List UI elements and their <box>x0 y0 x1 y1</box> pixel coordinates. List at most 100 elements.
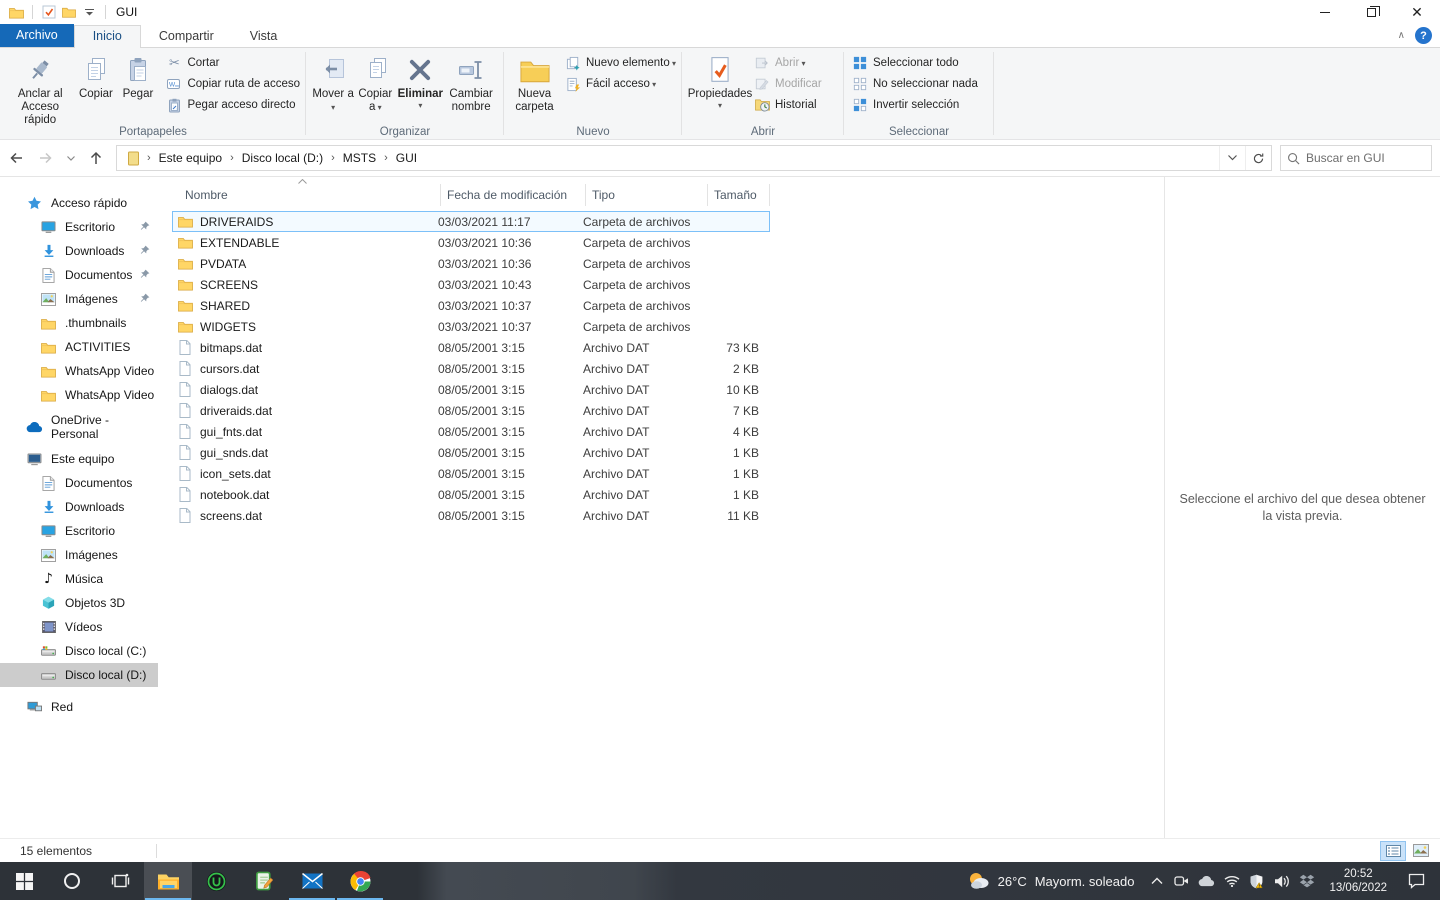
collapse-ribbon-icon[interactable]: ∧ <box>1398 30 1405 41</box>
sidebar-item-im-genes[interactable]: Imágenes <box>0 287 158 311</box>
table-row-cursors-dat[interactable]: cursors.dat08/05/2001 3:15Archivo DAT2 K… <box>172 358 770 379</box>
column-header-name[interactable]: Nombre <box>172 184 441 206</box>
tray-meet-now-button[interactable] <box>1169 862 1194 900</box>
select-all-button[interactable]: Seleccionar todo <box>852 54 978 72</box>
move-to-button[interactable]: Mover a <box>312 50 354 114</box>
select-none-button[interactable]: No seleccionar nada <box>852 75 978 93</box>
table-row-screens-dat[interactable]: screens.dat08/05/2001 3:15Archivo DAT11 … <box>172 505 770 526</box>
table-row-icon-sets-dat[interactable]: icon_sets.dat08/05/2001 3:15Archivo DAT1… <box>172 463 770 484</box>
large-icons-view-button[interactable] <box>1408 841 1434 861</box>
sidebar-item-escritorio[interactable]: Escritorio <box>0 215 158 239</box>
search-box[interactable] <box>1280 145 1432 171</box>
forward-button[interactable] <box>32 144 60 172</box>
table-row-driveraids[interactable]: DRIVERAIDS03/03/2021 11:17Carpeta de arc… <box>172 211 770 232</box>
back-button[interactable] <box>2 144 30 172</box>
close-button[interactable]: ✕ <box>1394 0 1440 24</box>
tray-dropbox-button[interactable] <box>1294 862 1319 900</box>
table-row-bitmaps-dat[interactable]: bitmaps.dat08/05/2001 3:15Archivo DAT73 … <box>172 337 770 358</box>
invert-selection-button[interactable]: Invertir selección <box>852 96 978 114</box>
clock[interactable]: 20:52 13/06/2022 <box>1319 867 1397 895</box>
table-row-notebook-dat[interactable]: notebook.dat08/05/2001 3:15Archivo DAT1 … <box>172 484 770 505</box>
sidebar-item-whatsapp-video[interactable]: WhatsApp Video <box>0 359 158 383</box>
tray-volume-button[interactable] <box>1269 862 1294 900</box>
cut-button[interactable]: ✂ Cortar <box>166 54 300 72</box>
tray-defender-button[interactable] <box>1244 862 1269 900</box>
sidebar-item-thumbnails[interactable]: .thumbnails <box>0 311 158 335</box>
recent-locations-dropdown[interactable] <box>62 144 80 172</box>
easy-access-button[interactable]: Fácil acceso <box>565 75 676 93</box>
tray-chevron-up-button[interactable] <box>1144 862 1169 900</box>
sidebar-item-documentos[interactable]: Documentos <box>0 263 158 287</box>
copy-path-button[interactable]: W Copiar ruta de acceso <box>166 75 300 93</box>
sidebar-item-acceso-r-pido[interactable]: Acceso rápido <box>0 191 158 215</box>
qat-properties-button[interactable] <box>39 2 59 22</box>
taskbar-button-mail[interactable] <box>288 862 336 900</box>
sidebar-item-escritorio[interactable]: Escritorio <box>0 519 158 543</box>
breadcrumb-segment-msts[interactable]: MSTS <box>339 149 380 167</box>
column-header-date[interactable]: Fecha de modificación <box>441 184 586 206</box>
tab-inicio[interactable]: Inicio <box>74 25 141 48</box>
column-header-type[interactable]: Tipo <box>586 184 708 206</box>
tab-vista[interactable]: Vista <box>232 26 296 47</box>
taskbar-button-explorer[interactable] <box>144 862 192 900</box>
tray-onedrive-gray-button[interactable] <box>1194 862 1219 900</box>
sidebar-item-onedrive-personal[interactable]: OneDrive - Personal <box>0 415 158 439</box>
tray-wifi-button[interactable] <box>1219 862 1244 900</box>
taskbar-button-notes[interactable] <box>240 862 288 900</box>
address-box[interactable]: ›Este equipo›Disco local (D:)›MSTS›GUI <box>116 145 1272 171</box>
copy-button[interactable]: Copiar <box>74 50 117 101</box>
sidebar-item-objetos-3d[interactable]: Objetos 3D <box>0 591 158 615</box>
table-row-pvdata[interactable]: PVDATA03/03/2021 10:36Carpeta de archivo… <box>172 253 770 274</box>
qat-new-folder-button[interactable] <box>59 2 79 22</box>
taskbar-button-search[interactable] <box>48 862 96 900</box>
paste-button[interactable]: Pegar <box>117 50 158 101</box>
rename-button[interactable]: Cambiar nombre <box>444 50 498 114</box>
breadcrumb-segment-gui[interactable]: GUI <box>392 149 421 167</box>
taskbar-button-chrome[interactable] <box>336 862 384 900</box>
breadcrumb-segment-disco-local-d[interactable]: Disco local (D:) <box>238 149 327 167</box>
history-button[interactable]: Historial <box>754 96 822 114</box>
column-header-size[interactable]: Tamaño <box>708 184 770 206</box>
table-row-driveraids-dat[interactable]: driveraids.dat08/05/2001 3:15Archivo DAT… <box>172 400 770 421</box>
help-button[interactable]: ? <box>1415 27 1432 44</box>
sidebar-item-este-equipo[interactable]: Este equipo <box>0 447 158 471</box>
sidebar-item-whatsapp-video[interactable]: WhatsApp Video <box>0 383 158 407</box>
sidebar-item-downloads[interactable]: Downloads <box>0 239 158 263</box>
sidebar-item-downloads[interactable]: Downloads <box>0 495 158 519</box>
sidebar-item-documentos[interactable]: Documentos <box>0 471 158 495</box>
taskbar-button-taskview[interactable] <box>96 862 144 900</box>
breadcrumb-segment-este-equipo[interactable]: Este equipo <box>155 149 226 167</box>
address-dropdown[interactable] <box>1219 146 1245 170</box>
refresh-button[interactable] <box>1245 146 1271 170</box>
qat-customize-dropdown[interactable] <box>79 2 99 22</box>
taskbar-button-iobit[interactable] <box>192 862 240 900</box>
table-row-widgets[interactable]: WIDGETS03/03/2021 10:37Carpeta de archiv… <box>172 316 770 337</box>
search-input[interactable] <box>1306 151 1425 165</box>
sidebar-item-m-sica[interactable]: ♪Música <box>0 567 158 591</box>
tab-archivo[interactable]: Archivo <box>0 24 74 47</box>
action-center-button[interactable] <box>1397 862 1435 900</box>
table-row-gui-fnts-dat[interactable]: gui_fnts.dat08/05/2001 3:15Archivo DAT4 … <box>172 421 770 442</box>
restore-button[interactable] <box>1348 0 1394 24</box>
sidebar-item-disco-local-c[interactable]: Disco local (C:) <box>0 639 158 663</box>
sidebar-item-im-genes[interactable]: Imágenes <box>0 543 158 567</box>
copy-to-button[interactable]: Copiar a <box>354 50 396 114</box>
details-view-button[interactable] <box>1380 841 1406 861</box>
paste-shortcut-button[interactable]: Pegar acceso directo <box>166 96 300 114</box>
sidebar-item-red[interactable]: Red <box>0 695 158 719</box>
table-row-extendable[interactable]: EXTENDABLE03/03/2021 10:36Carpeta de arc… <box>172 232 770 253</box>
pin-to-quick-access-button[interactable]: Anclar al Acceso rápido <box>6 50 74 127</box>
table-row-gui-snds-dat[interactable]: gui_snds.dat08/05/2001 3:15Archivo DAT1 … <box>172 442 770 463</box>
new-item-button[interactable]: Nuevo elemento <box>565 54 676 72</box>
minimize-button[interactable] <box>1302 0 1348 24</box>
properties-button[interactable]: Propiedades ▾ <box>688 50 752 110</box>
sidebar-item-disco-local-d[interactable]: Disco local (D:) <box>0 663 158 687</box>
weather-widget[interactable]: 26°C Mayorm. soleado <box>958 870 1145 892</box>
table-row-dialogs-dat[interactable]: dialogs.dat08/05/2001 3:15Archivo DAT10 … <box>172 379 770 400</box>
sidebar-item-activities[interactable]: ACTIVITIES <box>0 335 158 359</box>
sidebar-item-v-deos[interactable]: Vídeos <box>0 615 158 639</box>
up-button[interactable] <box>82 144 110 172</box>
new-folder-button[interactable]: Nueva carpeta <box>510 50 559 114</box>
tab-compartir[interactable]: Compartir <box>141 26 232 47</box>
table-row-screens[interactable]: SCREENS03/03/2021 10:43Carpeta de archiv… <box>172 274 770 295</box>
